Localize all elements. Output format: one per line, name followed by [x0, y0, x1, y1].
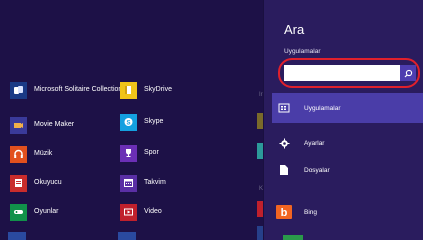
solitaire-icon	[10, 81, 27, 99]
charm-title: Ara	[284, 22, 305, 37]
scope-label: Ayarlar	[304, 139, 325, 147]
app-label: Movie Maker	[34, 121, 75, 128]
partial-tile	[257, 143, 263, 159]
scope-label: Dosyalar	[304, 166, 330, 174]
partial-tile	[257, 201, 263, 217]
app-tile-takvim[interactable]: Takvim	[120, 172, 166, 194]
app-label: SkyDrive	[144, 86, 173, 93]
bing-icon: b	[272, 205, 296, 219]
app-tile-okuyucu[interactable]: Okuyucu	[10, 172, 62, 194]
app-tile-spor[interactable]: Spor	[120, 142, 159, 164]
app-tile-movie-maker[interactable]: Movie Maker	[10, 114, 74, 136]
app-tile-video[interactable]: Video	[120, 201, 162, 223]
app-tile-oyunlar[interactable]: Oyunlar	[10, 201, 59, 223]
scope-label: Bing	[304, 208, 318, 216]
calendar-icon	[120, 174, 137, 192]
trophy-icon	[120, 144, 137, 162]
partial-tile	[257, 226, 263, 240]
gamepad-icon	[10, 203, 27, 221]
skydrive-icon	[120, 81, 137, 99]
svg-text:S: S	[126, 120, 130, 126]
scope-item-bing[interactable]: b Bing	[272, 197, 423, 227]
app-tile-muzik[interactable]: Müzik	[10, 143, 52, 165]
group-letter: K	[259, 186, 264, 192]
reader-icon	[10, 174, 27, 192]
partial-tile	[118, 232, 136, 240]
file-icon	[272, 164, 296, 176]
partial-tile	[8, 232, 26, 240]
search-box-highlight	[278, 58, 420, 88]
app-label: Oyunlar	[34, 208, 59, 215]
group-letter: Ir	[259, 92, 263, 98]
headphones-icon	[10, 145, 27, 163]
app-tile-skydrive[interactable]: SkyDrive	[120, 79, 172, 101]
start-screen: Microsoft Solitaire Collection Movie Mak…	[0, 0, 263, 240]
gear-icon	[272, 138, 296, 149]
video-icon	[120, 203, 137, 221]
app-tile-skype[interactable]: S Skype	[120, 111, 163, 133]
app-label: Skype	[144, 118, 164, 125]
svg-text:b: b	[281, 207, 288, 219]
partial-tile	[257, 113, 263, 129]
scope-item-ayarlar[interactable]: Ayarlar	[272, 128, 423, 158]
scope-label: Uygulamalar	[304, 104, 341, 112]
search-charm-panel: Ara Uygulamalar Uygulamalar Ayarlar Dosy…	[264, 0, 423, 240]
scope-item-uygulamalar[interactable]: Uygulamalar	[272, 93, 423, 123]
skype-icon: S	[120, 113, 137, 131]
partial-result-icon	[283, 235, 303, 240]
app-label: Video	[144, 208, 162, 215]
search-scope-label: Uygulamalar	[284, 48, 321, 55]
app-label: Müzik	[34, 150, 53, 157]
app-label: Spor	[144, 149, 159, 156]
scope-item-dosyalar[interactable]: Dosyalar	[272, 155, 423, 185]
app-label: Okuyucu	[34, 179, 62, 186]
app-tile-microsoft-solitaire[interactable]: Microsoft Solitaire Collection	[10, 79, 122, 101]
app-label: Takvim	[144, 179, 166, 186]
movie-maker-icon	[10, 116, 27, 134]
apps-icon	[272, 103, 296, 113]
app-label: Microsoft Solitaire Collection	[34, 86, 123, 93]
